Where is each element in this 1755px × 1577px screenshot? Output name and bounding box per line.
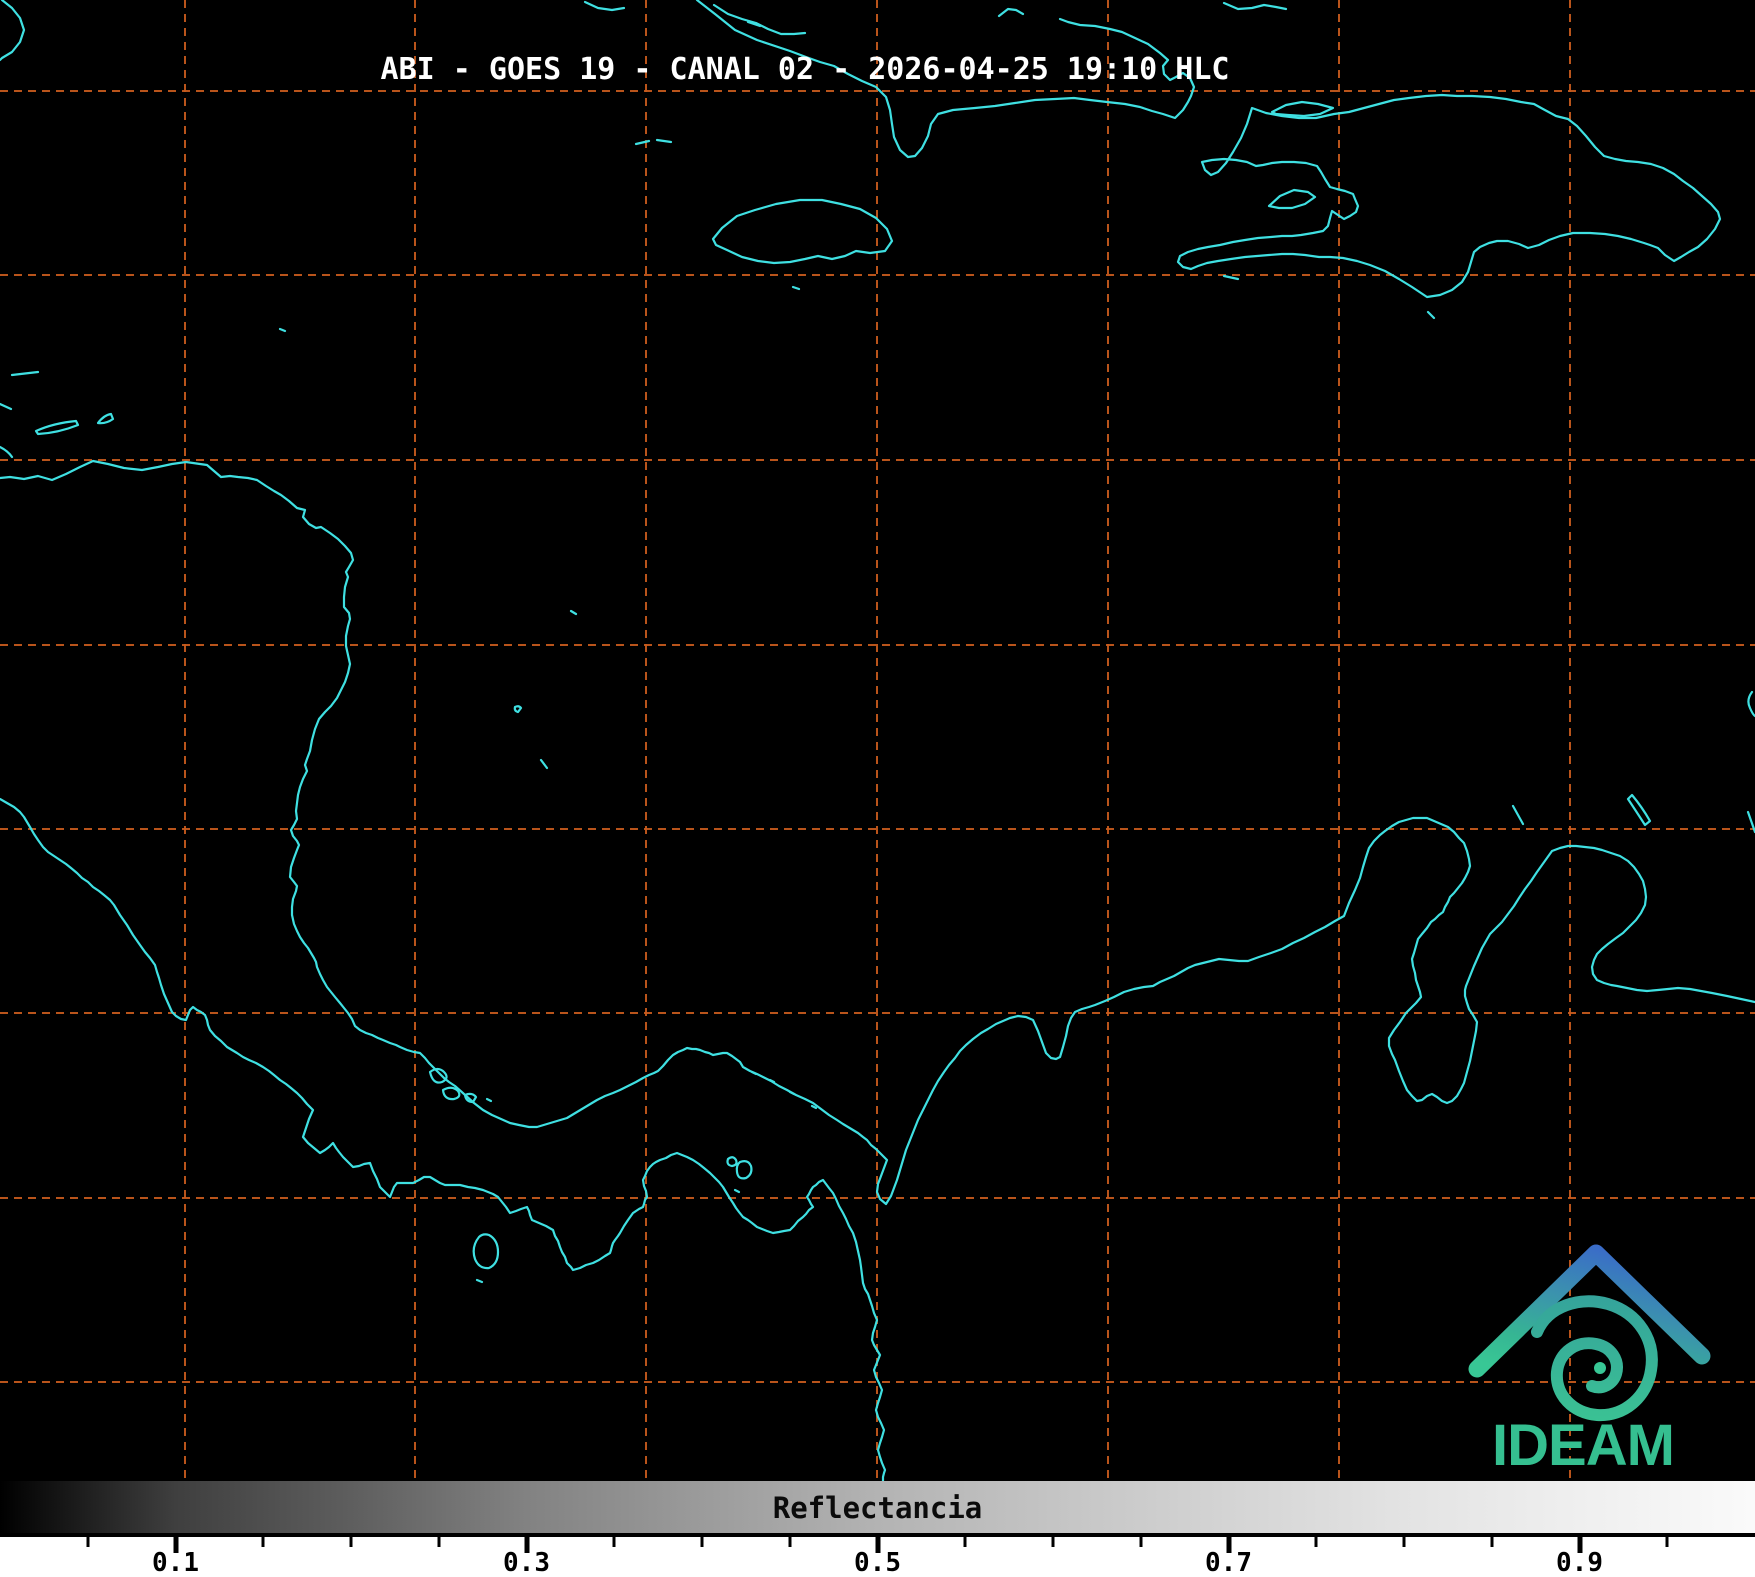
- colorbar-gradient: Reflectancia: [0, 1481, 1755, 1537]
- colorbar: Reflectancia 0.1 0.3 0.5 0.7 0.9: [0, 1481, 1755, 1577]
- satellite-map: IDEAM: [0, 0, 1755, 1481]
- colorbar-minor-tick: [349, 1537, 353, 1547]
- coastline-providencia-san-andres: [513, 609, 578, 770]
- colorbar-tick-label: 0.3: [503, 1548, 550, 1577]
- logo-spiral-eye-icon: [1594, 1362, 1606, 1374]
- colorbar-tick-label: 0.5: [854, 1548, 901, 1577]
- colorbar-tick-label: 0.7: [1205, 1548, 1252, 1577]
- colorbar-minor-tick: [437, 1537, 441, 1547]
- coastline-tortuga-island: [1270, 100, 1335, 118]
- coastline-gonave-island: [1267, 188, 1317, 210]
- colorbar-minor-tick: [261, 1537, 265, 1547]
- coastlines: [0, 0, 1755, 1481]
- latlon-grid: [0, 0, 1755, 1481]
- goes-satellite-image-viewer: IDEAM ABI - GOES 19 - CANAL 02 - 2026-04…: [0, 0, 1755, 1577]
- colorbar-minor-tick: [963, 1537, 967, 1547]
- colorbar-minor-tick: [1490, 1537, 1494, 1547]
- coastline-cuba-west: [0, 0, 26, 62]
- colorbar-label: Reflectancia: [772, 1491, 983, 1525]
- image-title: ABI - GOES 19 - CANAL 02 - 2026-04-25 19…: [380, 52, 1230, 87]
- coastline-cayman-islands: [634, 138, 673, 146]
- colorbar-minor-tick: [1402, 1537, 1406, 1547]
- colorbar-minor-tick: [1051, 1537, 1055, 1547]
- coastline-coiba-island: [472, 1233, 500, 1284]
- coastline-leeward-antilles: [1511, 690, 1755, 834]
- coastline-pacific: [0, 797, 887, 1481]
- colorbar-minor-tick: [612, 1537, 616, 1547]
- colorbar-tick-label: 0.9: [1556, 1548, 1603, 1577]
- ideam-logo: IDEAM: [1468, 1244, 1711, 1478]
- coastline-bay-islands: [34, 412, 115, 436]
- coastline-bahamas-fragment: [1222, 1, 1288, 11]
- coastline-cuba-cays: [712, 3, 1025, 36]
- colorbar-axis: 0.1 0.3 0.5 0.7 0.9: [0, 1537, 1755, 1577]
- colorbar-minor-tick: [1665, 1537, 1669, 1547]
- colorbar-minor-tick: [86, 1537, 90, 1547]
- logo-spiral-icon: [1531, 1295, 1658, 1422]
- coastline-pearl-islands: [726, 1156, 753, 1194]
- colorbar-minor-tick: [700, 1537, 704, 1547]
- coastline-hispaniola: [1176, 93, 1722, 299]
- logo-text: IDEAM: [1492, 1413, 1674, 1478]
- colorbar-minor-tick: [788, 1537, 792, 1547]
- coastline-cuba-fragment: [583, 0, 626, 12]
- colorbar-minor-tick: [1139, 1537, 1143, 1547]
- logo-mountain-icon: [1468, 1244, 1711, 1378]
- colorbar-tick-label: 0.1: [152, 1548, 199, 1577]
- coastline-swan-islands: [0, 327, 287, 459]
- colorbar-minor-tick: [1314, 1537, 1318, 1547]
